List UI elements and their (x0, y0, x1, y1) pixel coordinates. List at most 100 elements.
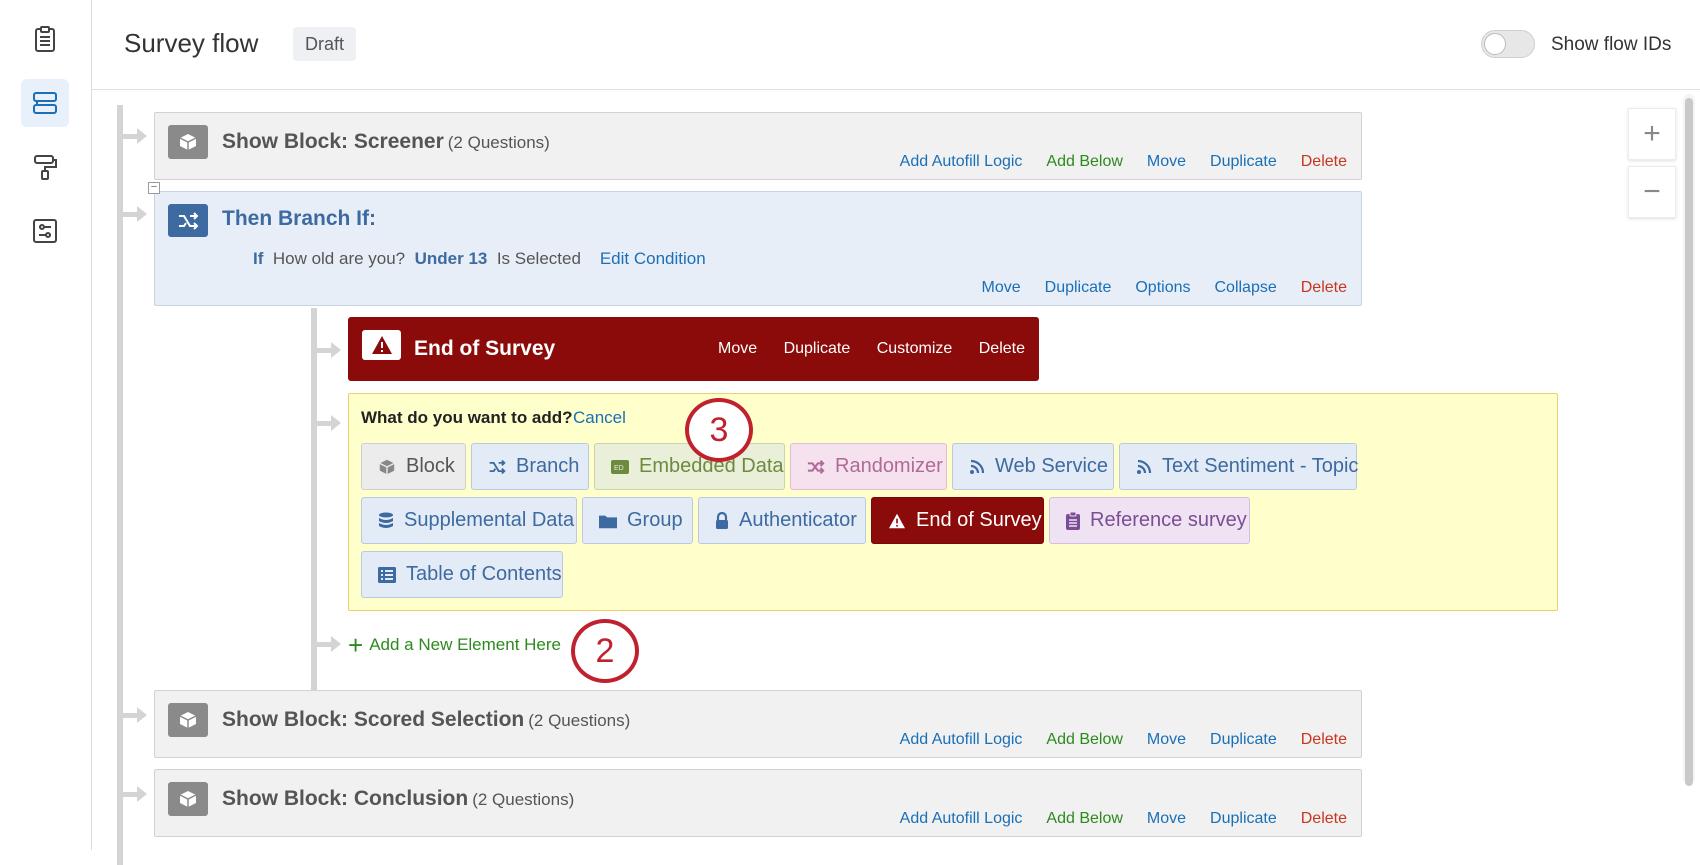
scrollbar[interactable] (1683, 94, 1695, 786)
add-new-element-link[interactable]: + Add a New Element Here (348, 630, 562, 660)
duplicate-link[interactable]: Duplicate (1210, 153, 1277, 171)
if-keyword: If (253, 249, 264, 268)
add-element-question: What do you want to add? (361, 408, 573, 427)
condition-operator: Is Selected (496, 249, 581, 268)
branch-element[interactable]: Then Branch If: If How old are you? Unde… (154, 191, 1362, 306)
cancel-link[interactable]: Cancel (573, 408, 626, 428)
plus-icon: + (348, 630, 364, 660)
move-link[interactable]: Move (1147, 153, 1186, 171)
add-autofill-logic-link[interactable]: Add Autofill Logic (900, 731, 1023, 749)
add-group-button[interactable]: Group (582, 497, 693, 544)
block-cube-icon (168, 782, 208, 816)
add-block-button[interactable]: Block (361, 443, 466, 490)
flow-arrow (123, 784, 147, 804)
block-conclusion[interactable]: Show Block: Conclusion (2 Questions) Add … (154, 769, 1362, 837)
survey-flow-canvas: Show Block: Screener (2 Questions) Add Au… (92, 90, 1682, 865)
flow-arrow (123, 204, 147, 224)
add-randomizer-button[interactable]: Randomizer (790, 443, 947, 490)
svg-text:ED: ED (614, 465, 624, 472)
block-title[interactable]: Show Block: Conclusion (2 Questions) (222, 787, 574, 811)
block-cube-icon (168, 703, 208, 737)
move-link[interactable]: Move (1147, 731, 1186, 749)
zoom-in-button[interactable]: + (1628, 108, 1676, 160)
delete-link[interactable]: Delete (1301, 279, 1347, 297)
add-end-of-survey-button[interactable]: End of Survey (871, 497, 1044, 544)
edit-condition-link[interactable]: Edit Condition (600, 249, 706, 268)
add-element-panel: What do you want to add? Cancel Block Br… (348, 393, 1558, 611)
block-cube-icon (168, 125, 208, 159)
clipboard-icon (1066, 511, 1080, 530)
warning-icon (362, 330, 401, 360)
survey-options-icon[interactable] (21, 207, 69, 255)
add-autofill-logic-link[interactable]: Add Autofill Logic (900, 153, 1023, 171)
block-scored-selection[interactable]: Show Block: Scored Selection (2 Questions… (154, 690, 1362, 758)
add-new-element-label: Add a New Element Here (369, 635, 562, 654)
list-icon (378, 566, 396, 584)
add-authenticator-button[interactable]: Authenticator (698, 497, 866, 544)
add-below-link[interactable]: Add Below (1046, 153, 1123, 171)
delete-link[interactable]: Delete (1301, 731, 1347, 749)
duplicate-link[interactable]: Duplicate (1045, 279, 1112, 297)
duplicate-link[interactable]: Duplicate (1210, 810, 1277, 828)
add-embedded-data-button[interactable]: ED Embedded Data (594, 443, 785, 490)
cube-icon (378, 458, 396, 476)
callout-badge: 2 (571, 619, 639, 683)
flow-arrow (123, 126, 147, 146)
delete-link[interactable]: Delete (1301, 810, 1347, 828)
condition-question: How old are you? (272, 249, 406, 268)
folder-icon (599, 512, 617, 530)
branch-icon (168, 204, 208, 237)
add-web-service-button[interactable]: Web Service (952, 443, 1114, 490)
condition-choice: Under 13 (414, 249, 488, 268)
block-actions: Add Autofill Logic Add Below Move Duplic… (876, 731, 1347, 749)
warning-icon (888, 512, 906, 530)
flow-icon[interactable] (21, 79, 69, 127)
move-link[interactable]: Move (1147, 810, 1186, 828)
block-screener[interactable]: Show Block: Screener (2 Questions) Add Au… (154, 112, 1362, 180)
lock-icon (715, 511, 729, 530)
duplicate-link[interactable]: Duplicate (1210, 731, 1277, 749)
delete-link[interactable]: Delete (1301, 153, 1347, 171)
survey-icon[interactable] (21, 15, 69, 63)
block-actions: Add Autofill Logic Add Below Move Duplic… (876, 153, 1347, 171)
database-icon (378, 512, 394, 530)
zoom-out-button[interactable]: − (1628, 166, 1676, 218)
scrollbar-thumb[interactable] (1685, 98, 1693, 786)
flow-arrow (317, 413, 341, 433)
header: Survey flow Draft Show flow IDs (92, 0, 1700, 90)
move-link[interactable]: Move (718, 340, 757, 357)
add-autofill-logic-link[interactable]: Add Autofill Logic (900, 810, 1023, 828)
flow-arrow (317, 634, 341, 654)
shuffle-icon (807, 458, 825, 476)
add-table-of-contents-button[interactable]: Table of Contents (361, 551, 563, 598)
toggle-knob (1484, 33, 1506, 55)
customize-link[interactable]: Customize (877, 340, 953, 357)
show-flow-ids-label: Show flow IDs (1551, 34, 1672, 55)
add-text-sentiment-button[interactable]: Text Sentiment - Topic (1119, 443, 1358, 490)
status-badge: Draft (293, 27, 357, 61)
end-of-survey-actions: Move Duplicate Customize Delete (696, 340, 1025, 358)
duplicate-link[interactable]: Duplicate (784, 340, 851, 357)
block-title[interactable]: Show Block: Screener (2 Questions) (222, 130, 550, 154)
callout-badge: 3 (685, 398, 753, 462)
branch-actions: Move Duplicate Options Collapse Delete (958, 279, 1347, 297)
options-link[interactable]: Options (1135, 279, 1190, 297)
collapse-link[interactable]: Collapse (1214, 279, 1276, 297)
web-service-icon (969, 458, 985, 476)
end-of-survey-element[interactable]: End of Survey Move Duplicate Customize D… (348, 317, 1039, 381)
show-flow-ids-toggle[interactable] (1481, 30, 1535, 58)
add-below-link[interactable]: Add Below (1046, 810, 1123, 828)
move-link[interactable]: Move (982, 279, 1021, 297)
look-and-feel-icon[interactable] (21, 143, 69, 191)
block-title[interactable]: Show Block: Scored Selection (2 Questions… (222, 708, 630, 732)
branch-condition: If How old are you? Under 13 Is Selected… (253, 249, 706, 269)
flow-arrow (317, 340, 341, 360)
add-below-link[interactable]: Add Below (1046, 731, 1123, 749)
collapse-toggle-icon[interactable]: − (148, 182, 160, 194)
delete-link[interactable]: Delete (979, 340, 1025, 357)
add-reference-survey-button[interactable]: Reference survey (1049, 497, 1250, 544)
add-supplemental-data-button[interactable]: Supplemental Data (361, 497, 577, 544)
add-branch-button[interactable]: Branch (471, 443, 589, 490)
left-rail (0, 0, 92, 850)
branch-title[interactable]: Then Branch If: (222, 207, 376, 231)
